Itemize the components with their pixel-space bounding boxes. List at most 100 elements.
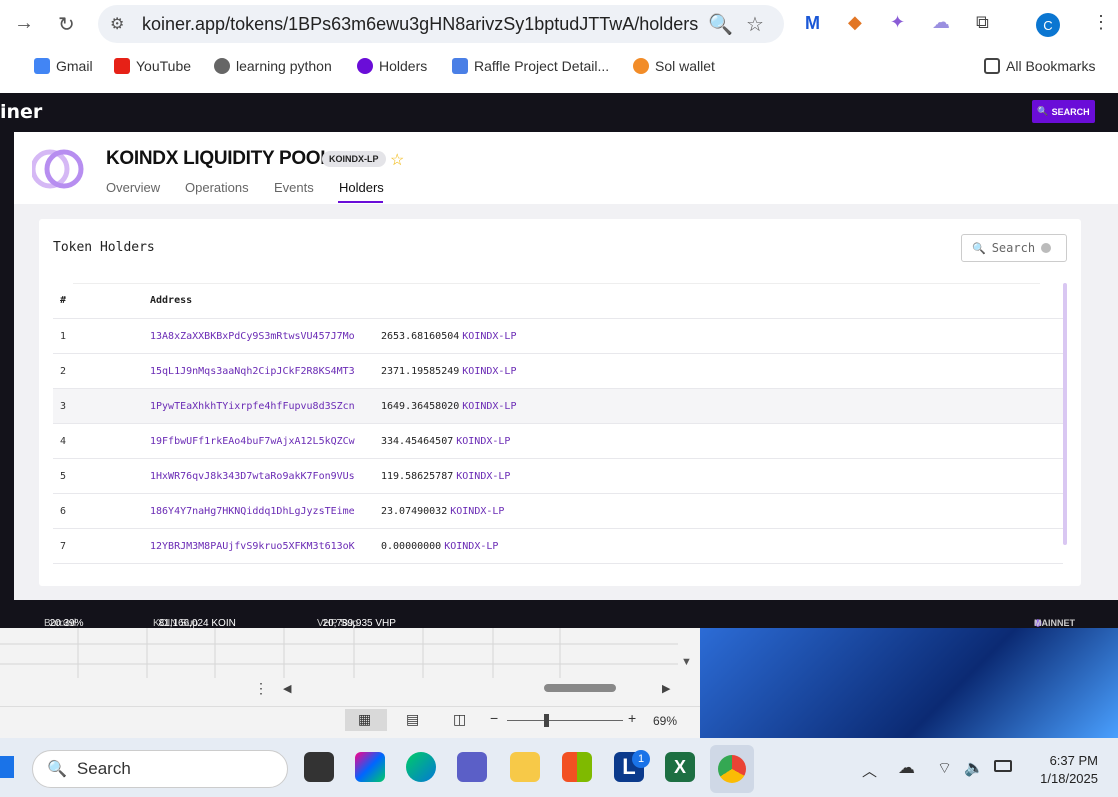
- excel-icon[interactable]: X: [665, 752, 695, 782]
- holder-address-link[interactable]: 15qL1J9nMqs3aaNqh2CipJCkF2R8KS4MT3: [150, 366, 355, 377]
- grid-view-icon: ▦: [358, 711, 372, 727]
- token-link[interactable]: KOINDX-LP: [456, 471, 510, 482]
- holders-search-input[interactable]: 🔍 Search: [961, 234, 1067, 262]
- search-icon: 🔍: [1037, 106, 1049, 116]
- tab-events[interactable]: Events: [274, 180, 314, 195]
- vhp-supply-stat: VHP Sup 20,789,935 VHP: [317, 618, 396, 629]
- token-link[interactable]: KOINDX-LP: [462, 331, 516, 342]
- edge-icon[interactable]: [406, 752, 436, 782]
- youtube-icon: [114, 58, 130, 74]
- bookmark-youtube[interactable]: YouTube: [114, 58, 191, 74]
- holder-address-link[interactable]: 1PywTEaXhkhTYixrpfe4hfFupvu8d3SZcn: [150, 401, 355, 412]
- table-row: 5 1HxWR76qvJ8k343D7wtaRo9akK7Fon9VUs 119.5…: [53, 459, 1063, 494]
- store-icon[interactable]: [562, 752, 592, 782]
- holder-address-link[interactable]: 186Y4Y7naHg7HKNQiddq1DhLgJyzsTEime: [150, 506, 355, 517]
- malwarebytes-extension-icon[interactable]: M: [805, 13, 820, 34]
- excel-window: ▼ ⋮ ◀ ▶ ▦ ▤ ◫ − + 69%: [0, 628, 700, 738]
- bookmark-raffle[interactable]: Raffle Project Detail...: [452, 58, 609, 74]
- stats-footer: Burned 20.39% KOIN Sup 81,166,024 KOIN V…: [14, 600, 1118, 629]
- zoom-slider-thumb[interactable]: [544, 714, 549, 727]
- token-logo-icon: [32, 149, 84, 189]
- clock[interactable]: 6:37 PM 1/18/2025: [1032, 752, 1098, 788]
- wifi-icon[interactable]: ⌔: [937, 758, 952, 778]
- battery-icon[interactable]: [994, 760, 1012, 772]
- scroll-left-icon[interactable]: ◀: [283, 682, 291, 695]
- all-bookmarks[interactable]: All Bookmarks: [984, 58, 1095, 74]
- bookmark-gmail[interactable]: Gmail: [34, 58, 93, 74]
- sol-icon: [633, 58, 649, 74]
- site-info-icon[interactable]: ⚙: [110, 14, 124, 34]
- show-hidden-icons-icon[interactable]: ︿: [862, 760, 877, 781]
- forward-icon[interactable]: →: [14, 12, 34, 35]
- phantom-extension-icon[interactable]: ☁: [932, 12, 950, 33]
- extensions-icon[interactable]: ⧉: [976, 12, 989, 33]
- holder-address-link[interactable]: 1HxWR76qvJ8k343D7wtaRo9akK7Fon9VUs: [150, 471, 355, 482]
- notification-badge: 1: [632, 750, 650, 768]
- site-search-button[interactable]: 🔍 SEARCH: [1032, 100, 1095, 123]
- koiner-logo[interactable]: iner: [0, 101, 42, 123]
- token-link[interactable]: KOINDX-LP: [444, 541, 498, 552]
- taskbar-search[interactable]: 🔍 Search: [32, 750, 288, 788]
- column-header-address: Address: [150, 295, 193, 306]
- teams-icon[interactable]: [457, 752, 487, 782]
- token-symbol-badge: KOINDX-LP: [322, 151, 386, 167]
- folder-icon: [984, 58, 1000, 74]
- scroll-right-icon[interactable]: ▶: [662, 682, 670, 695]
- burned-stat: Burned 20.39%: [44, 618, 84, 629]
- token-title: KOINDX LIQUIDITY POOL: [106, 148, 332, 169]
- bookmark-sol-wallet[interactable]: Sol wallet: [633, 58, 715, 74]
- table-row: 6 186Y4Y7naHg7HKNQiddq1DhLgJyzsTEime 23.07…: [53, 494, 1063, 529]
- table-row: 1 13A8xZaXXBKBxPdCy9S3mRtwsVU457J7Mo 2653.…: [53, 319, 1063, 354]
- token-link[interactable]: KOINDX-LP: [462, 401, 516, 412]
- koin-supply-stat: KOIN Sup 81,166,024 KOIN: [153, 618, 236, 629]
- url-text[interactable]: koiner.app/tokens/1BPs63m6ewu3gHN8arivzS…: [142, 14, 698, 35]
- page-break-icon[interactable]: ◫: [453, 711, 466, 728]
- zoom-out-icon[interactable]: −: [490, 710, 498, 726]
- bookmark-learning-python[interactable]: learning python: [214, 58, 332, 74]
- header-divider: [73, 283, 1040, 284]
- column-header-num: #: [60, 295, 67, 306]
- holder-address-link[interactable]: 12YBRJM3M8PAUjfvS9kruo5XFKM3t613oK: [150, 541, 355, 552]
- copilot-icon[interactable]: [355, 752, 385, 782]
- tab-overview[interactable]: Overview: [106, 180, 160, 195]
- volume-icon[interactable]: 🔈: [964, 758, 984, 778]
- zoom-slider[interactable]: [507, 720, 623, 721]
- reload-icon[interactable]: ↻: [58, 12, 75, 37]
- onedrive-icon[interactable]: ☁: [898, 758, 915, 778]
- scroll-down-icon[interactable]: ▼: [681, 656, 692, 668]
- task-view-icon[interactable]: [304, 752, 334, 782]
- bookmark-holders[interactable]: Holders: [357, 58, 427, 74]
- holder-address-link[interactable]: 13A8xZaXXBKBxPdCy9S3mRtwsVU457J7Mo: [150, 331, 355, 342]
- page-layout-icon[interactable]: ▤: [406, 711, 419, 728]
- koiner-icon: [357, 58, 373, 74]
- menu-icon[interactable]: ⋮: [1092, 12, 1110, 33]
- horizontal-scrollbar[interactable]: [544, 684, 616, 692]
- active-tab-indicator: [338, 201, 383, 203]
- profile-avatar[interactable]: C: [1036, 13, 1060, 37]
- table-scrollbar[interactable]: [1063, 283, 1067, 545]
- token-link[interactable]: KOINDX-LP: [450, 506, 504, 517]
- more-icon[interactable]: ⋮: [254, 680, 268, 697]
- holder-address-link[interactable]: 19FfbwUFf1rkEAo4buF7wAjxA12L5kQZCw: [150, 436, 355, 447]
- metamask-extension-icon[interactable]: ◆: [848, 12, 862, 33]
- zoom-level[interactable]: 69%: [653, 714, 677, 728]
- zoom-icon[interactable]: 🔍: [708, 12, 733, 37]
- info-icon: [1041, 243, 1052, 253]
- token-link[interactable]: KOINDX-LP: [456, 436, 510, 447]
- status-divider: [0, 706, 700, 707]
- tab-holders[interactable]: Holders: [339, 180, 384, 195]
- card-title: Token Holders: [53, 240, 155, 255]
- favorite-star-icon[interactable]: ☆: [390, 150, 404, 170]
- table-row: 2 15qL1J9nMqs3aaNqh2CipJCkF2R8KS4MT3 2371.…: [53, 354, 1063, 389]
- token-link[interactable]: KOINDX-LP: [462, 366, 516, 377]
- bookmark-star-icon[interactable]: ☆: [746, 12, 764, 37]
- start-icon[interactable]: [0, 756, 14, 778]
- search-icon: 🔍: [47, 761, 67, 778]
- gmail-icon: [34, 58, 50, 74]
- zoom-in-icon[interactable]: +: [628, 710, 636, 726]
- table-row: 3 1PywTEaXhkhTYixrpfe4hfFupvu8d3SZcn 1649.…: [53, 389, 1063, 424]
- file-explorer-icon[interactable]: [510, 752, 540, 782]
- tab-operations[interactable]: Operations: [185, 180, 249, 195]
- desktop-wallpaper: [700, 628, 1118, 738]
- wallet-extension-icon[interactable]: ✦: [890, 12, 905, 33]
